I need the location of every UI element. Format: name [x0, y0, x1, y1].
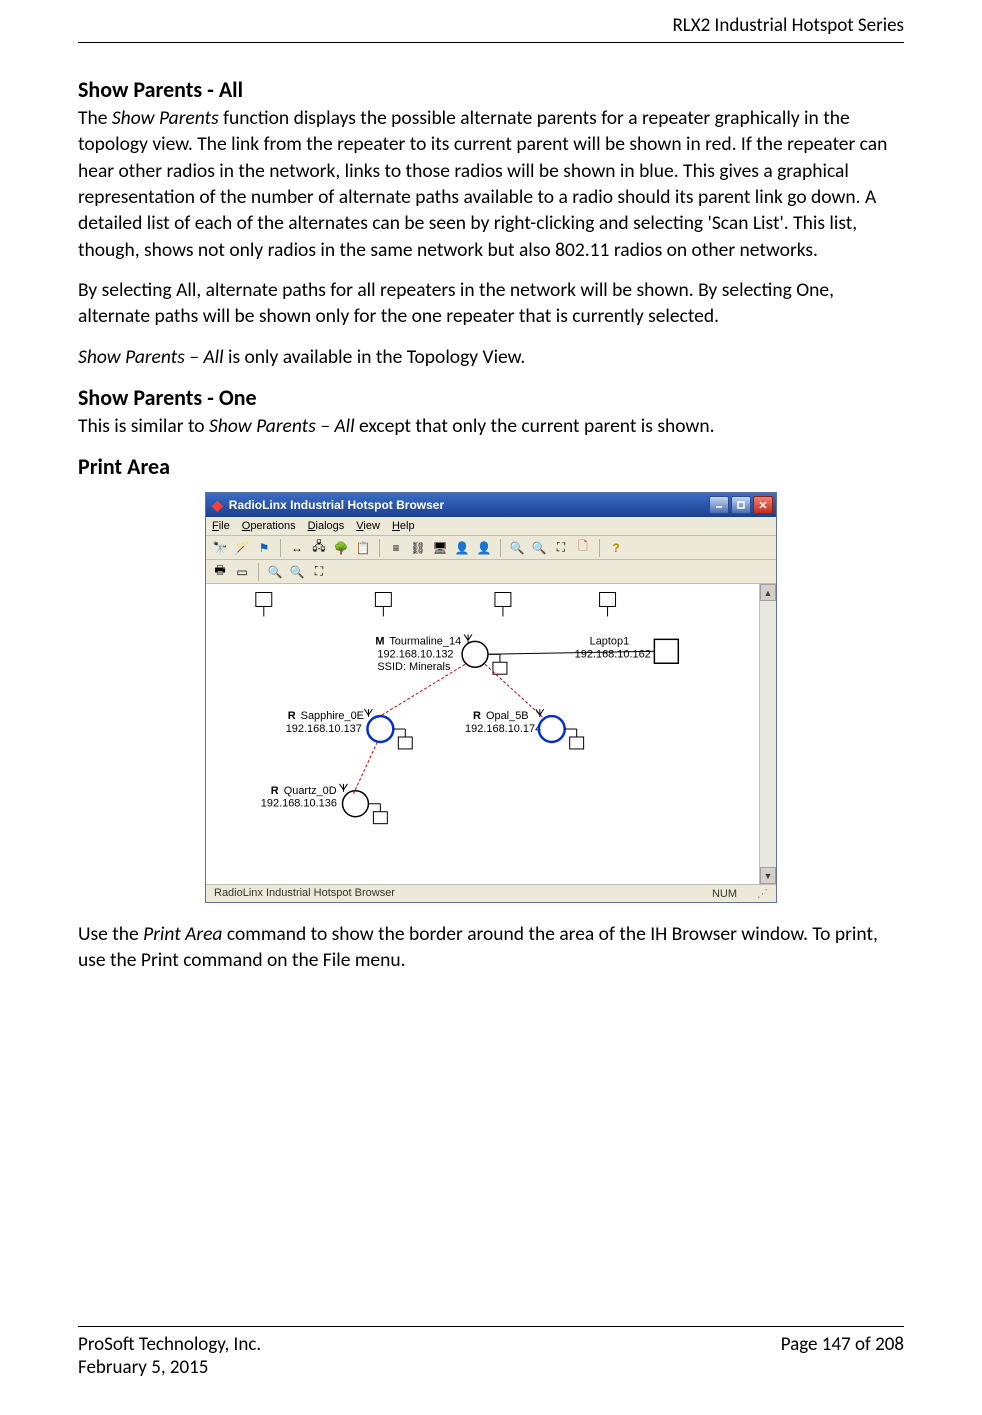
- window-title: RadioLinx Industrial Hotspot Browser: [229, 498, 444, 512]
- svg-text:Laptop1: Laptop1: [590, 635, 630, 647]
- content-area: Show Parents - All The Show Parents func…: [78, 76, 904, 988]
- resize-grip-icon[interactable]: ⋰: [757, 887, 768, 900]
- para-show-parents-one-1: This is similar to Show Parents – All ex…: [78, 413, 904, 439]
- toolbar-secondary: 🖶 ▭ 🔍 🔍 ⛶: [206, 560, 776, 584]
- heading-show-parents-one: Show Parents - One: [78, 384, 904, 411]
- lock-icon[interactable]: 👤: [454, 540, 470, 556]
- vertical-scrollbar[interactable]: ▲ ▼: [759, 584, 776, 884]
- heading-print-area: Print Area: [78, 453, 904, 480]
- scroll-down-icon[interactable]: ▼: [760, 867, 776, 884]
- para-print-area-1: Use the Print Area command to show the b…: [78, 921, 904, 974]
- text-emphasis: Show Parents – All: [78, 345, 224, 369]
- zoom-in-icon[interactable]: 🔍: [509, 540, 525, 556]
- flag-icon[interactable]: ⚑: [256, 540, 272, 556]
- application-window: ◆ RadioLinx Industrial Hotspot Browser F…: [205, 492, 777, 903]
- svg-text:Sapphire_0E: Sapphire_0E: [301, 710, 364, 722]
- node-master[interactable]: M Tourmaline_14 192.168.10.132 SSID: Min…: [375, 634, 507, 674]
- menubar: File Operations Dialogs View Help: [206, 517, 776, 536]
- para-show-parents-all-3: Show Parents – All is only available in …: [78, 344, 904, 370]
- zoom-in-icon[interactable]: 🔍: [267, 564, 283, 580]
- text-fragment: This is similar to: [78, 414, 209, 438]
- scroll-up-icon[interactable]: ▲: [760, 584, 776, 601]
- wand-icon[interactable]: 🪄: [234, 540, 250, 556]
- text-fragment: The: [78, 106, 112, 130]
- fit-icon[interactable]: ⛶: [553, 540, 569, 556]
- svg-text:Quartz_0D: Quartz_0D: [284, 785, 337, 797]
- node-opal[interactable]: R Opal_5B 192.168.10.174: [465, 709, 584, 749]
- page-footer: ProSoft Technology, Inc. Page 147 of 208…: [78, 1326, 904, 1379]
- topology-canvas[interactable]: M Tourmaline_14 192.168.10.132 SSID: Min…: [206, 584, 759, 884]
- list-icon[interactable]: ≡: [388, 540, 404, 556]
- heading-show-parents-all: Show Parents - All: [78, 76, 904, 103]
- text-emphasis: Show Parents – All: [209, 414, 355, 438]
- binoculars-icon[interactable]: 🔭: [212, 540, 228, 556]
- footer-date: February 5, 2015: [78, 1356, 904, 1379]
- fit-icon[interactable]: ⛶: [311, 564, 327, 580]
- menu-view[interactable]: View: [356, 520, 380, 532]
- status-text: RadioLinx Industrial Hotspot Browser: [214, 887, 395, 900]
- statusbar: RadioLinx Industrial Hotspot Browser NUM…: [206, 884, 776, 902]
- text-fragment: Use the: [78, 922, 143, 946]
- svg-text:SSID: Minerals: SSID: Minerals: [377, 661, 451, 673]
- footer-page: Page 147 of 208: [781, 1333, 904, 1356]
- para-show-parents-all-2: By selecting All, alternate paths for al…: [78, 277, 904, 330]
- minimize-button[interactable]: [709, 496, 729, 514]
- text-emphasis: Print Area: [143, 922, 222, 946]
- app-icon: ◆: [212, 497, 223, 514]
- status-num: NUM: [712, 888, 737, 900]
- footer-company: ProSoft Technology, Inc.: [78, 1333, 261, 1356]
- svg-text:Tourmaline_14: Tourmaline_14: [389, 635, 461, 647]
- print-icon[interactable]: 🖶: [212, 564, 228, 580]
- toolbar-divider: [599, 539, 600, 557]
- print-area-icon[interactable]: ▭: [234, 564, 250, 580]
- svg-text:R: R: [288, 710, 296, 722]
- svg-text:192.168.10.174: 192.168.10.174: [465, 723, 541, 735]
- text-fragment: except that only the current parent is s…: [355, 414, 715, 438]
- topology-icon[interactable]: ⛓: [410, 540, 426, 556]
- para-show-parents-all-1: The Show Parents function displays the p…: [78, 105, 904, 263]
- svg-text:R: R: [473, 710, 481, 722]
- properties-icon[interactable]: 📋: [355, 540, 371, 556]
- monitor-icon[interactable]: 🖥: [432, 540, 448, 556]
- svg-text:Opal_5B: Opal_5B: [486, 710, 529, 722]
- text-fragment: is only available in the Topology View.: [224, 345, 526, 369]
- connect-icon[interactable]: ↔: [289, 540, 305, 556]
- menu-help[interactable]: Help: [392, 520, 415, 532]
- new-page-icon[interactable]: 🗋: [575, 540, 591, 556]
- svg-text:192.168.10.132: 192.168.10.132: [377, 648, 453, 660]
- header-product-name: RLX2 Industrial Hotspot Series: [672, 14, 904, 37]
- node-quartz[interactable]: R Quartz_0D 192.168.10.136: [261, 784, 388, 824]
- zoom-out-icon[interactable]: 🔍: [289, 564, 305, 580]
- toolbar-divider: [500, 539, 501, 557]
- svg-text:192.168.10.136: 192.168.10.136: [261, 798, 337, 810]
- menu-dialogs[interactable]: Dialogs: [308, 520, 345, 532]
- toolbar-divider: [280, 539, 281, 557]
- menu-operations[interactable]: Operations: [242, 520, 296, 532]
- menu-file[interactable]: File: [212, 520, 230, 532]
- node-sapphire[interactable]: R Sapphire_0E 192.168.10.137: [286, 709, 413, 749]
- maximize-button[interactable]: [731, 496, 751, 514]
- header-rule: [78, 42, 904, 43]
- close-button[interactable]: [753, 496, 773, 514]
- text-emphasis: Show Parents: [112, 106, 219, 130]
- svg-text:192.168.10.162: 192.168.10.162: [575, 648, 651, 660]
- svg-text:192.168.10.137: 192.168.10.137: [286, 723, 362, 735]
- network-icon[interactable]: 🖧: [311, 540, 327, 556]
- help-icon[interactable]: ?: [608, 540, 624, 556]
- window-titlebar[interactable]: ◆ RadioLinx Industrial Hotspot Browser: [206, 493, 776, 517]
- zoom-out-icon[interactable]: 🔍: [531, 540, 547, 556]
- node-laptop[interactable]: Laptop1 192.168.10.162: [575, 635, 679, 663]
- toolbar-divider: [258, 563, 259, 581]
- svg-text:M: M: [375, 635, 384, 647]
- toolbar-primary: 🔭 🪄 ⚑ ↔ 🖧 🌳 📋 ≡ ⛓ 🖥 👤 👤 🔍 🔍 ⛶ 🗋: [206, 536, 776, 560]
- toolbar-divider: [379, 539, 380, 557]
- svg-text:R: R: [271, 785, 279, 797]
- user-icon[interactable]: 👤: [476, 540, 492, 556]
- tree-icon[interactable]: 🌳: [333, 540, 349, 556]
